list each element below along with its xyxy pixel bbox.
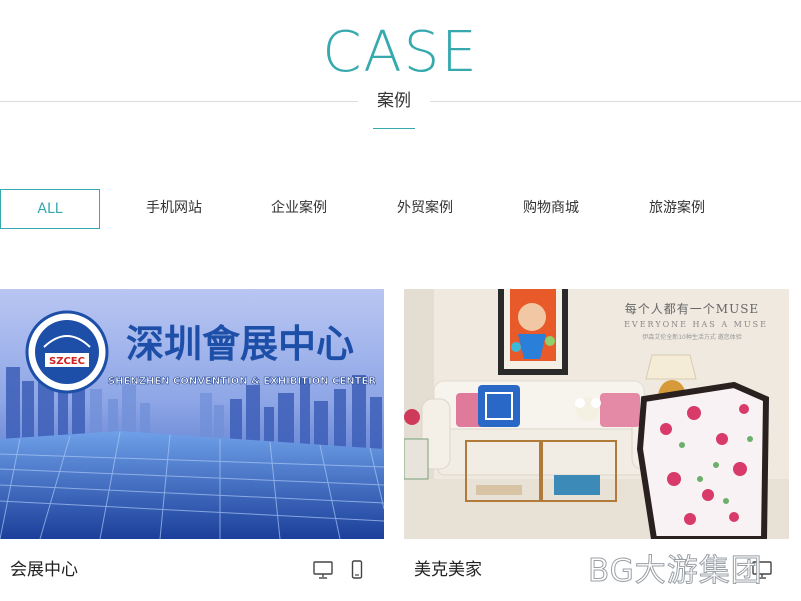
case-thumbnail[interactable]: SZCEC 深圳會展中心 SHENZHEN CONVENTION & EXHIB… [0,289,384,539]
page-subtitle: 案例 [377,91,411,111]
case-thumbnail[interactable]: 每个人都有一个MUSE EVERYONE HAS A MUSE 伊森艾伦全新10… [404,289,789,539]
device-icons [313,559,373,581]
title-rule-right [430,101,801,102]
case-card[interactable]: SZCEC 深圳會展中心 SHENZHEN CONVENTION & EXHIB… [0,289,384,580]
watermark-text: BG大游集团 [588,553,763,590]
svg-text:EVERYONE HAS A MUSE: EVERYONE HAS A MUSE [624,320,768,329]
tab-mobile-sites[interactable]: 手机网站 [124,189,224,229]
svg-text:SZCEC: SZCEC [49,356,85,367]
desktop-icon[interactable] [313,561,333,579]
case-title[interactable]: 会展中心 [10,559,78,581]
svg-text:每个人都有一个MUSE: 每个人都有一个MUSE [625,301,759,316]
living-room-image: 每个人都有一个MUSE EVERYONE HAS A MUSE 伊森艾伦全新10… [404,289,789,539]
svg-text:深圳會展中心: 深圳會展中心 [126,321,354,366]
svg-text:SHENZHEN CONVENTION & EXHIBITI: SHENZHEN CONVENTION & EXHIBITION CENTER [108,376,376,387]
title-rule-left [0,101,358,102]
mobile-icon[interactable] [351,560,363,580]
tab-shopping-mall[interactable]: 购物商城 [501,189,601,229]
svg-text:伊森艾伦全新10种生活方式 邀您体验: 伊森艾伦全新10种生活方式 邀您体验 [642,333,742,341]
convention-center-image: SZCEC 深圳會展中心 SHENZHEN CONVENTION & EXHIB… [0,289,384,539]
case-card[interactable]: 每个人都有一个MUSE EVERYONE HAS A MUSE 伊森艾伦全新10… [404,289,789,580]
page-title: CASE [322,20,479,85]
tab-travel[interactable]: 旅游案例 [627,189,727,229]
tab-all[interactable]: ALL [0,189,100,229]
tab-foreign-trade[interactable]: 外贸案例 [375,189,475,229]
tab-enterprise[interactable]: 企业案例 [249,189,349,229]
case-title[interactable]: 美克美家 [414,559,482,581]
subtitle-underline [373,128,415,129]
